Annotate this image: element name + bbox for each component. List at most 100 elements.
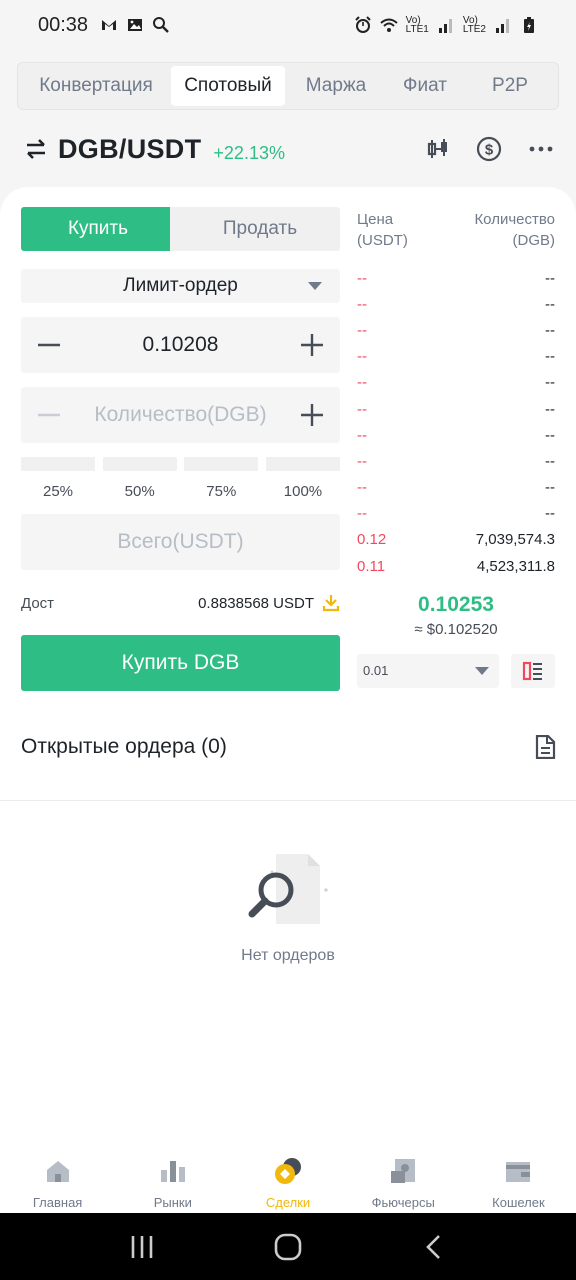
available-balance: Дост 0.8838568 USDT [21,594,340,612]
nav-label: Рынки [153,1195,192,1210]
search-status-icon [153,17,169,33]
percent-bar [184,457,259,471]
nav-wallet[interactable]: Кошелек [461,1150,576,1213]
order-book-layout-icon [522,662,542,681]
order-book-row[interactable]: 0.12 7,039,574.3 [357,527,555,553]
tab-p2p[interactable]: P2P [463,66,557,106]
nav-futures[interactable]: Фьючерсы [346,1150,461,1213]
total-field[interactable]: Всего(USDT) [21,514,340,570]
percent-label: 100% [283,483,323,500]
amount-increase-button[interactable] [284,387,340,443]
nav-trades[interactable]: Сделки [230,1150,345,1213]
percent-slider: 25% 50% 75% 100% [21,457,340,500]
nav-label: Главная [32,1195,83,1210]
order-book-controls: 0.01 [357,654,555,689]
precision-select[interactable]: 0.01 [357,654,499,689]
nav-markets[interactable]: Рынки [115,1150,230,1213]
signal2-icon [496,19,509,33]
markets-icon [160,1161,185,1182]
buy-tab[interactable]: Купить [21,207,187,251]
ask-quantity: -- [545,295,555,313]
home-button-icon[interactable] [274,1233,302,1261]
amount-decrease-button[interactable] [21,387,77,443]
order-book-header: Цена (USDT) Количество (DGB) [357,209,555,251]
ask-price: -- [357,295,367,313]
pair-header: DGB/USDT +22.13% $ [24,128,554,170]
ask-quantity: -- [545,505,555,523]
trades-icon [275,1158,301,1184]
order-book-row[interactable]: -- -- [357,396,555,422]
back-icon[interactable] [421,1234,447,1260]
sell-tab[interactable]: Продать [170,207,340,251]
order-history-icon[interactable] [534,735,556,759]
tab-spot[interactable]: Спотовый [171,66,285,106]
tab-convert[interactable]: Конвертация [21,66,171,106]
price-decrease-button[interactable] [21,317,77,373]
order-type-select[interactable]: Лимит-ордер [21,269,340,303]
percent-100-button[interactable]: 100% [265,457,340,500]
amount-stepper: Количество(DGB) [21,387,340,443]
order-book-row[interactable]: -- -- [357,501,555,527]
ask-quantity: -- [545,374,555,392]
order-book-row[interactable]: 0.11 4,523,311.8 [357,553,555,579]
more-options-icon[interactable] [528,136,554,162]
candlestick-chart-icon[interactable] [426,137,450,161]
order-book-row[interactable]: -- -- [357,265,555,291]
order-book-rows: -- -- -- -- -- -- -- -- -- -- -- -- -- -- -- -- -- -- -- --… [357,265,555,579]
nav-label: Сделки [265,1195,311,1210]
deposit-icon[interactable] [322,594,340,612]
ask-price: 0.11 [357,557,386,575]
percent-50-button[interactable]: 50% [102,457,177,500]
percent-label: 50% [124,483,155,500]
nav-home[interactable]: Главная [0,1150,115,1213]
system-navigation-bar [0,1213,576,1280]
price-input[interactable]: 0.10208 [77,333,284,357]
percent-label: 75% [206,483,237,500]
last-price-usd: ≈ $0.102520 [414,621,498,639]
tab-margin[interactable]: Маржа [285,66,387,106]
ask-quantity: 4,523,311.8 [476,557,555,575]
tab-fiat[interactable]: Фиат [387,66,463,106]
dollar-coin-icon[interactable]: $ [476,136,502,162]
status-bar: 00:38 Vo) LTE1 Vo) LTE2 [0,0,576,50]
ask-price: -- [357,426,367,444]
percent-label: 25% [42,483,74,500]
ask-quantity: -- [545,269,555,287]
ask-quantity: -- [545,479,555,497]
percent-25-button[interactable]: 25% [21,457,95,500]
alarm-icon [354,16,371,33]
sim2-label: Vo) LTE2 [462,15,486,35]
order-book-row[interactable]: -- -- [357,475,555,501]
ask-quantity: -- [545,400,555,418]
open-orders-title[interactable]: Открытые ордера (0) [21,735,227,759]
order-book-view-button[interactable] [511,654,555,689]
trade-mode-tabs: Конвертация Спотовый Маржа Фиат P2P [17,62,559,110]
order-book-row[interactable]: -- -- [357,370,555,396]
ask-price: -- [357,505,367,523]
pair-name[interactable]: DGB/USDT [58,134,201,165]
precision-value: 0.01 [363,663,389,679]
order-book-row[interactable]: -- -- [357,448,555,474]
order-book-row[interactable]: -- -- [357,422,555,448]
amount-input[interactable]: Количество(DGB) [77,403,284,427]
total-input[interactable]: Всего(USDT) [21,530,340,554]
order-book-row[interactable]: -- -- [357,317,555,343]
order-book-row[interactable]: -- -- [357,344,555,370]
buy-dgb-button[interactable]: Купить DGB [21,635,340,691]
ask-quantity: -- [545,452,555,470]
ask-price: -- [357,479,367,497]
last-price-block[interactable]: 0.10253 ≈ $0.102520 [357,593,555,638]
trade-panel: Купить Продать Лимит-ордер 0.10208 Колич… [0,187,576,802]
recent-apps-icon[interactable] [129,1234,155,1260]
percent-bar [21,457,95,471]
ask-price: -- [357,374,367,392]
chevron-down-icon [308,282,322,290]
swap-pair-icon[interactable] [24,137,48,161]
wallet-icon [506,1162,531,1182]
plus-icon [301,334,323,356]
order-book-row[interactable]: -- -- [357,291,555,317]
price-stepper: 0.10208 [21,317,340,373]
percent-75-button[interactable]: 75% [184,457,259,500]
price-increase-button[interactable] [284,317,340,373]
available-value: 0.8838568 USDT [198,594,314,612]
